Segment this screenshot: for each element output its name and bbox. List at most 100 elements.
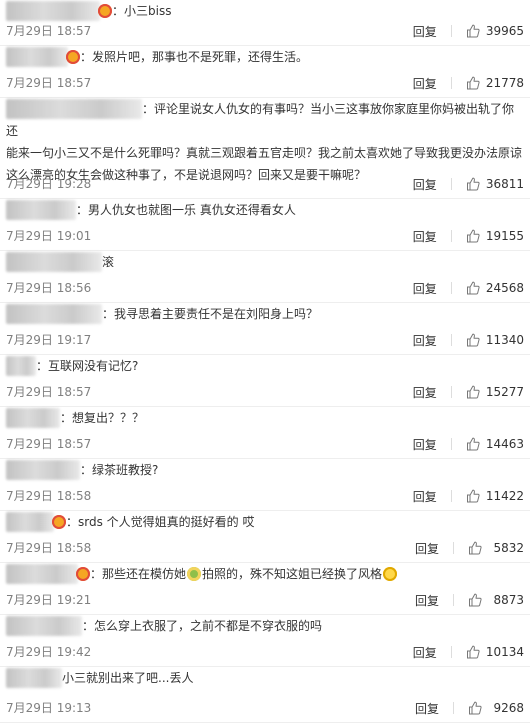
comment-item: ：怎么穿上衣服了，之前不都是不穿衣服的吗 7月29日 19:42 回复 10134 [0,615,530,667]
thumbs-up-icon [466,229,480,243]
reply-button[interactable]: 回复 [413,228,437,245]
comment-actions: 回复 11340 [413,332,524,348]
reply-button[interactable]: 回复 [415,700,439,717]
comment-text-line: ：想复出？？？ [0,407,530,429]
username-blurred[interactable] [6,616,82,636]
comment-timestamp: 7月29日 18:58 [6,541,92,555]
like-button[interactable]: 11340 [466,333,524,347]
like-button[interactable]: 39965 [466,24,524,38]
like-button[interactable]: 24568 [466,281,524,295]
fan-badge-icon [52,514,66,529]
username-blurred[interactable] [6,460,80,480]
comment-actions: 回复 24568 [413,280,524,296]
comment-text: ：小三biss [112,4,172,18]
thumbs-up-icon [466,177,480,191]
comment-actions: 回复 21778 [413,75,524,91]
thumbs-up-icon [469,701,482,715]
comment-text-line: ：我寻思着主要责任不是在刘阳身上吗？ [0,303,530,325]
comment-text-line: ：怎么穿上衣服了，之前不都是不穿衣服的吗 [0,615,530,637]
thumbs-up-icon [466,437,480,451]
comment-text-line: ：小三biss [0,0,530,22]
reply-button[interactable]: 回复 [413,176,437,193]
username-blurred[interactable] [6,47,68,67]
username-blurred[interactable] [6,408,60,428]
thumbs-up-icon [466,76,480,90]
comment-text: ：那些还在模仿她 [90,567,187,581]
like-button[interactable]: 11422 [466,489,524,503]
divider [450,230,452,242]
comment-actions: 回复 36811 [413,176,524,192]
comment-text-line: 小三就别出来了吧...丢人 [0,667,530,689]
comment-actions: 回复 15277 [413,384,524,400]
like-button[interactable]: 14463 [466,437,524,451]
comment-timestamp: 7月29日 19:28 [6,177,92,191]
like-count: 11422 [485,489,524,503]
username-blurred[interactable] [6,512,54,532]
glasses-emoji-icon [383,566,398,581]
fan-badge-icon [76,566,90,581]
like-count: 21778 [485,76,524,90]
like-button[interactable]: 8873 [468,593,524,607]
username-blurred[interactable] [6,252,102,272]
reply-button[interactable]: 回复 [413,23,437,40]
like-button[interactable]: 10134 [466,645,524,659]
comment-timestamp: 7月29日 18:58 [6,489,92,503]
comment-text-line: ：互联网没有记忆? [0,355,530,377]
like-button[interactable]: 5832 [468,541,524,555]
comment-item: ：评论里说女人仇女的有事吗？当小三这事放你家庭里你妈被出轨了你还 能来一句小三又不… [0,98,530,199]
comment-text-line: ：那些还在模仿她 拍照的，殊不知这姐已经换了风格 [0,563,530,585]
like-count: 9268 [493,701,524,715]
divider [450,334,452,346]
like-count: 39965 [485,24,524,38]
food-emoji-icon [187,566,202,581]
username-blurred[interactable] [6,668,62,688]
reply-button[interactable]: 回复 [415,540,439,557]
username-blurred[interactable] [6,1,100,21]
comment-text: ：发照片吧，那事也不是死罪，还得生活。 [80,50,309,64]
comment-item: ：我寻思着主要责任不是在刘阳身上吗？ 7月29日 19:17 回复 11340 [0,303,530,355]
like-button[interactable]: 36811 [466,177,524,191]
comment-timestamp: 7月29日 19:17 [6,333,92,347]
divider [453,702,454,714]
comment-text: 滚 [102,255,115,269]
like-count: 14463 [485,437,524,451]
comment-text-line: ：发照片吧，那事也不是死罪，还得生活。 [0,46,530,68]
divider [450,646,452,658]
divider [450,178,452,190]
username-blurred[interactable] [6,564,78,584]
username-blurred[interactable] [6,200,76,220]
like-button[interactable]: 9268 [468,701,524,715]
reply-button[interactable]: 回复 [415,592,439,609]
reply-button[interactable]: 回复 [413,436,437,453]
comment-item: 小三就别出来了吧...丢人 7月29日 19:13 回复 9268 [0,667,530,723]
like-button[interactable]: 19155 [466,229,524,243]
comment-timestamp: 7月29日 19:01 [6,229,92,243]
divider [450,438,452,450]
comment-text: 拍照的，殊不知这姐已经换了风格 [202,567,383,581]
fan-badge-icon [66,49,80,64]
reply-button[interactable]: 回复 [413,644,437,661]
divider [450,386,452,398]
like-button[interactable]: 15277 [466,385,524,399]
reply-button[interactable]: 回复 [413,280,437,297]
username-blurred[interactable] [6,304,102,324]
comment-text: ：互联网没有记忆? [36,359,139,373]
comment-item: ：发照片吧，那事也不是死罪，还得生活。 7月29日 18:57 回复 21778 [0,46,530,98]
reply-button[interactable]: 回复 [413,384,437,401]
comment-actions: 回复 39965 [413,23,524,39]
thumbs-up-icon [466,281,480,295]
comment-actions: 回复 5832 [415,540,524,556]
reply-button[interactable]: 回复 [413,75,437,92]
fan-badge-icon [98,3,112,18]
thumbs-up-icon [466,645,480,659]
comment-text: ：绿茶班教授? [80,463,159,477]
username-blurred[interactable] [6,99,142,119]
comment-timestamp: 7月29日 18:57 [6,437,92,451]
username-blurred[interactable] [6,356,36,376]
comment-text: 小三就别出来了吧...丢人 [62,671,194,685]
reply-button[interactable]: 回复 [413,332,437,349]
comment-text-line: ：srds 个人觉得姐真的挺好看的 哎 [0,511,530,533]
reply-button[interactable]: 回复 [413,488,437,505]
like-button[interactable]: 21778 [466,76,524,90]
comment-timestamp: 7月29日 19:21 [6,593,92,607]
